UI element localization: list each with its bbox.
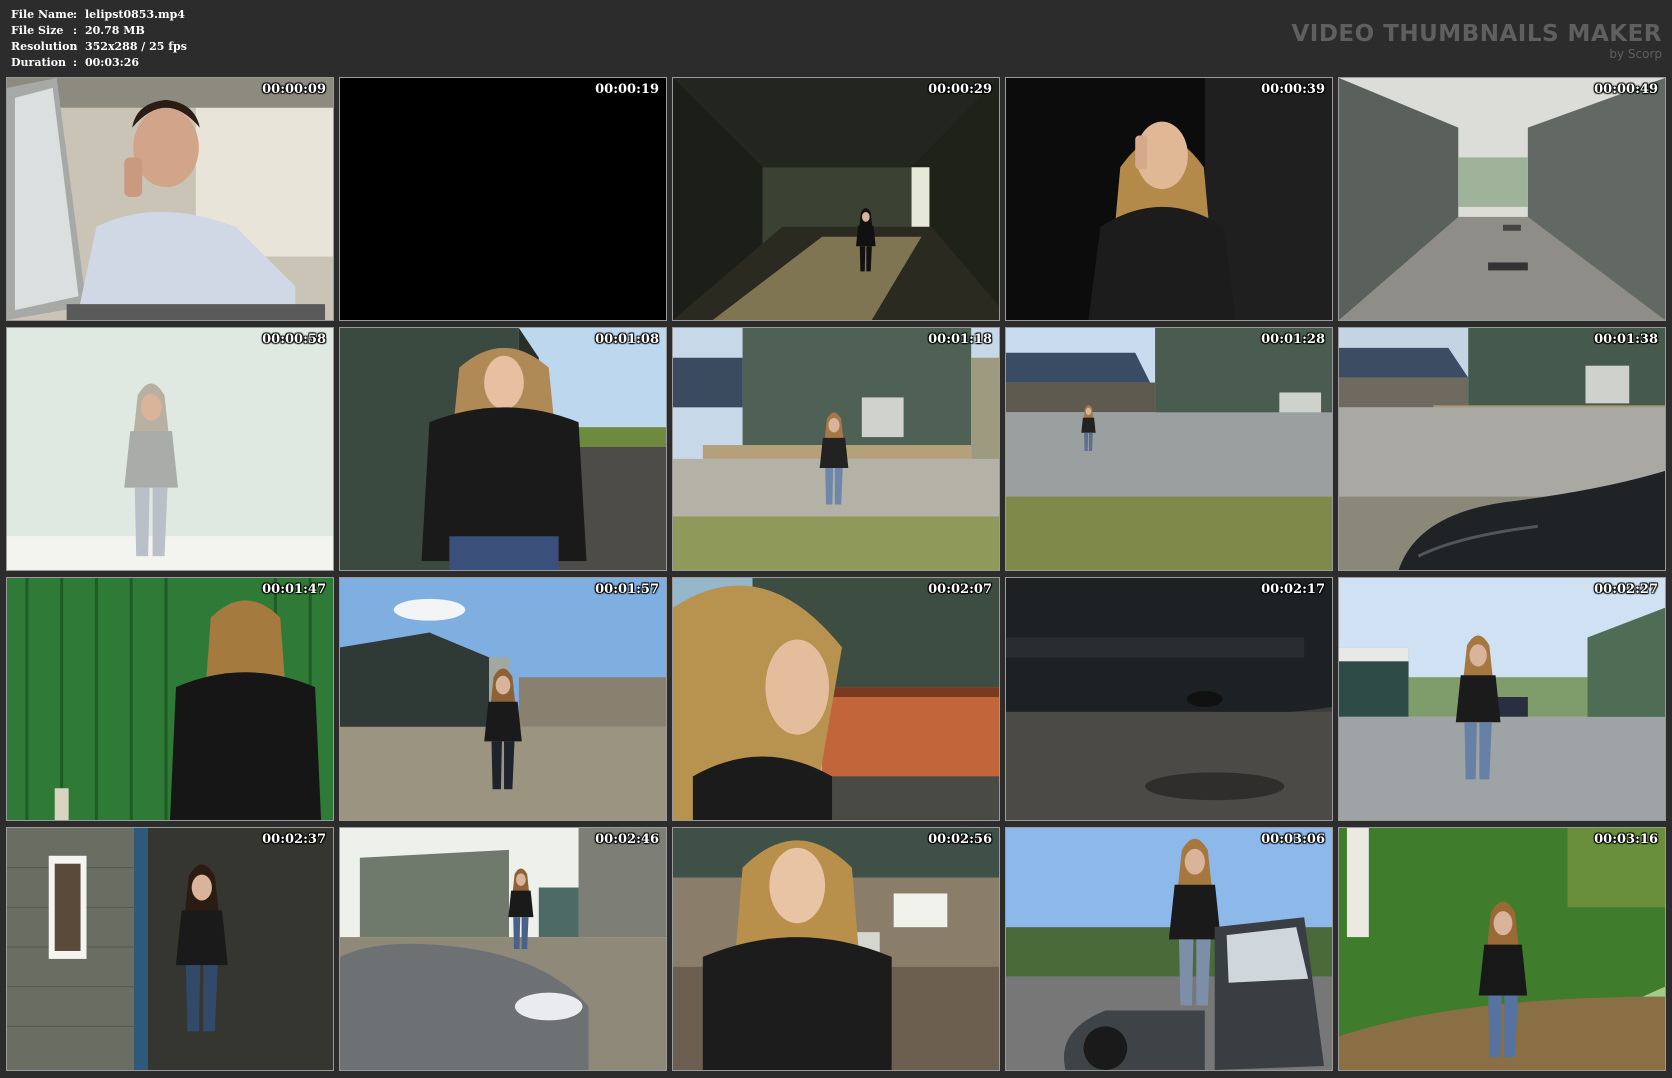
video-thumbnail[interactable]: 00:02:17 [1005,577,1333,821]
video-thumbnail[interactable]: 00:01:18 [672,327,1000,571]
video-thumbnail[interactable]: 00:02:07 [672,577,1000,821]
thumbnail-frame-image [1339,328,1665,570]
video-thumbnail[interactable]: 00:03:06 [1005,827,1333,1071]
video-thumbnail[interactable]: 00:02:27 [1338,577,1666,821]
video-thumbnail[interactable]: 00:02:56 [672,827,1000,1071]
thumbnail-frame-image [340,328,666,570]
video-thumbnail[interactable]: 00:00:58 [6,327,334,571]
file-info-row: Duration : 00:03:26 [11,55,187,71]
thumbnail-frame-image [1006,78,1332,320]
video-thumbnail[interactable]: 00:02:37 [6,827,334,1071]
thumbnail-frame-image [340,578,666,820]
video-thumbnail[interactable]: 00:01:47 [6,577,334,821]
timestamp-label: 00:02:07 [928,582,992,597]
thumbnail-frame-image [340,78,666,320]
thumbnail-grid: 00:00:09 00:00:19 00:00:29 00:00:39 00:00… [6,77,1666,1071]
video-thumbnail[interactable]: 00:01:57 [339,577,667,821]
thumbnail-frame-image [1339,578,1665,820]
video-thumbnail[interactable]: 00:03:16 [1338,827,1666,1071]
timestamp-label: 00:00:58 [262,332,326,347]
video-thumbnail[interactable]: 00:00:19 [339,77,667,321]
thumbnail-frame-image [673,828,999,1070]
timestamp-label: 00:03:06 [1261,832,1325,847]
resolution-label: Resolution [11,40,78,53]
thumbnail-frame-image [1006,578,1332,820]
resolution-value: 352x288 / 25 fps [85,40,187,53]
separator: : [73,40,78,53]
video-thumbnail[interactable]: 00:00:29 [672,77,1000,321]
thumbnail-frame-image [7,328,333,570]
file-name-value: lelipst0853.mp4 [85,8,185,21]
timestamp-label: 00:00:49 [1594,82,1658,97]
timestamp-label: 00:02:46 [595,832,659,847]
file-size-label: File Size [11,24,64,37]
separator: : [73,8,78,21]
timestamp-label: 00:00:19 [595,82,659,97]
thumbnail-frame-image [1339,828,1665,1070]
file-info-panel: File Name : lelipst0853.mp4 File Size : … [11,7,187,71]
timestamp-label: 00:01:47 [262,582,326,597]
video-thumbnail[interactable]: 00:01:38 [1338,327,1666,571]
file-size-value: 20.78 MB [85,24,145,37]
video-thumbnail[interactable]: 00:02:46 [339,827,667,1071]
duration-label: Duration [11,56,67,69]
video-thumbnail[interactable]: 00:01:28 [1005,327,1333,571]
timestamp-label: 00:01:57 [595,582,659,597]
timestamp-label: 00:01:18 [928,332,992,347]
video-thumbnail[interactable]: 00:01:08 [339,327,667,571]
thumbnail-frame-image [673,578,999,820]
timestamp-label: 00:00:39 [1261,82,1325,97]
timestamp-label: 00:01:08 [595,332,659,347]
brand-title: VIDEO THUMBNAILS MAKER [1291,21,1662,47]
thumbnail-frame-image [7,578,333,820]
thumbnail-frame-image [1006,328,1332,570]
header: File Name : lelipst0853.mp4 File Size : … [0,0,1672,76]
video-thumbnail[interactable]: 00:00:09 [6,77,334,321]
timestamp-label: 00:01:38 [1594,332,1658,347]
timestamp-label: 00:01:28 [1261,332,1325,347]
timestamp-label: 00:02:27 [1594,582,1658,597]
thumbnail-frame-image [673,78,999,320]
thumbnail-frame-image [1339,78,1665,320]
brand-subtitle: by Scorp [1609,47,1662,61]
brand-watermark: VIDEO THUMBNAILS MAKER by Scorp [1291,20,1662,60]
separator: : [73,56,78,69]
thumbnail-frame-image [7,78,333,320]
file-info-row: File Size : 20.78 MB [11,23,187,39]
video-thumbnail[interactable]: 00:00:49 [1338,77,1666,321]
timestamp-label: 00:00:29 [928,82,992,97]
separator: : [73,24,78,37]
timestamp-label: 00:00:09 [262,82,326,97]
thumbnail-frame-image [340,828,666,1070]
timestamp-label: 00:02:17 [1261,582,1325,597]
duration-value: 00:03:26 [85,56,140,69]
file-info-row: File Name : lelipst0853.mp4 [11,7,187,23]
thumbnail-frame-image [1006,828,1332,1070]
timestamp-label: 00:02:56 [928,832,992,847]
thumbnail-frame-image [673,328,999,570]
thumbnail-frame-image [7,828,333,1070]
timestamp-label: 00:03:16 [1594,832,1658,847]
video-thumbnail[interactable]: 00:00:39 [1005,77,1333,321]
file-info-row: Resolution : 352x288 / 25 fps [11,39,187,55]
file-name-label: File Name [11,8,74,21]
timestamp-label: 00:02:37 [262,832,326,847]
